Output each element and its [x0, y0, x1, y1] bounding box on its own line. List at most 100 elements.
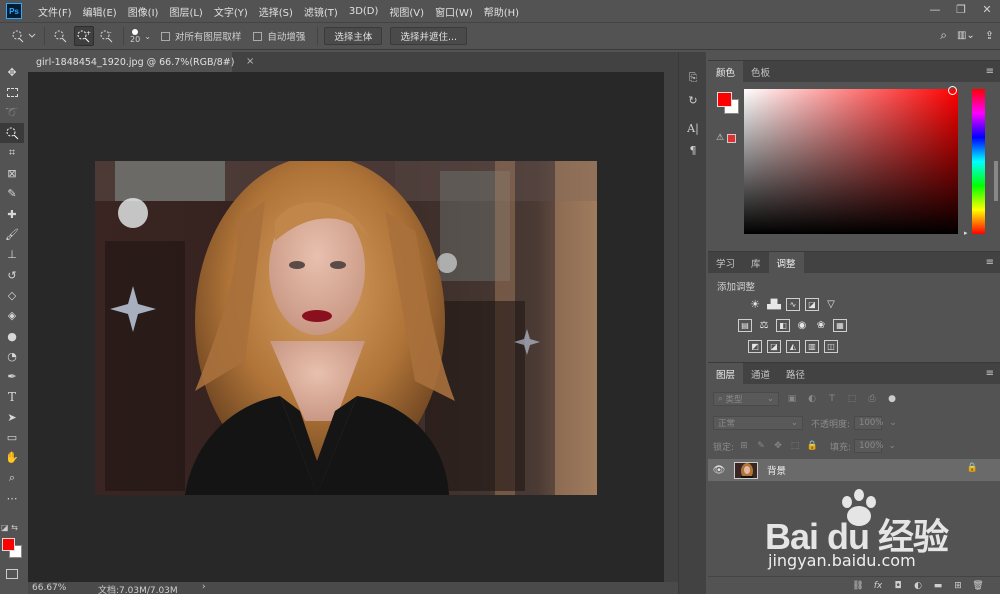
brightness-contrast-icon[interactable]: ☀	[748, 298, 762, 311]
gamut-warning[interactable]: ⚠	[716, 133, 737, 143]
menu-type[interactable]: 文字(Y)	[214, 4, 248, 19]
crop-icon[interactable]: ⌗	[0, 143, 24, 163]
zoom-icon[interactable]: ⌕	[0, 468, 24, 488]
quick-select-icon[interactable]	[0, 122, 24, 144]
tab-color[interactable]: 颜色	[708, 61, 744, 82]
menu-edit[interactable]: 编辑(E)	[83, 4, 117, 19]
fill-dropdown-icon[interactable]: ⌄	[885, 441, 899, 451]
filter-toggle-icon[interactable]: ●	[885, 394, 899, 404]
healing-icon[interactable]: ✚	[0, 204, 24, 224]
menu-help[interactable]: 帮助(H)	[484, 4, 519, 19]
history-panel-icon[interactable]: ⎘	[681, 68, 705, 88]
vibrance-icon[interactable]: ▽	[824, 298, 838, 311]
tab-learn[interactable]: 学习	[708, 252, 743, 273]
menu-window[interactable]: 窗口(W)	[435, 4, 473, 19]
default-colors-icon[interactable]: ◪ ⇆	[1, 523, 18, 532]
filter-adjustment-icon[interactable]: ◐	[805, 394, 819, 404]
path-select-icon[interactable]: ➤	[0, 407, 24, 427]
quick-mask-icon[interactable]	[6, 569, 18, 579]
frame-icon[interactable]: ⊠	[0, 163, 24, 183]
search-icon[interactable]: ⌕	[940, 28, 947, 43]
workspace-icon[interactable]: ▥⌄	[957, 30, 975, 41]
tool-preset-picker[interactable]	[8, 26, 38, 46]
filter-smart-object-icon[interactable]: ⎙	[865, 394, 879, 404]
gradient-map-icon[interactable]: ▥	[805, 340, 819, 353]
status-menu-arrow[interactable]: ›	[202, 582, 206, 592]
black-white-icon[interactable]: ◧	[776, 319, 790, 332]
vertical-scrollbar[interactable]	[664, 72, 678, 582]
new-selection-icon[interactable]	[51, 26, 71, 46]
color-balance-icon[interactable]: ⚖	[757, 319, 771, 332]
fill-input[interactable]: 100%	[854, 439, 883, 453]
subtract-from-selection-icon[interactable]: -	[97, 26, 117, 46]
blend-mode-select[interactable]: 正常 ⌄	[713, 416, 803, 430]
filter-shape-icon[interactable]: ⬚	[845, 394, 859, 404]
select-subject-button[interactable]: 选择主体	[324, 27, 383, 45]
posterize-icon[interactable]: ◪	[767, 340, 781, 353]
add-to-selection-icon[interactable]: +	[74, 26, 94, 46]
new-fill-adjustment-icon[interactable]: ◐	[912, 581, 924, 591]
hue-pointer-icon[interactable]: ▸	[964, 229, 968, 237]
share-icon[interactable]: ⇪	[985, 29, 994, 42]
tab-paths[interactable]: 路径	[778, 363, 813, 384]
hue-saturation-icon[interactable]: ▤	[738, 319, 752, 332]
selective-color-icon[interactable]: ◫	[824, 340, 838, 353]
document-tab[interactable]: girl-1848454_1920.jpg @ 66.7%(RGB/8#)	[28, 52, 234, 72]
zoom-level[interactable]: 66.67%	[32, 583, 66, 593]
menu-filter[interactable]: 滤镜(T)	[304, 4, 338, 19]
add-mask-icon[interactable]: ◘	[892, 581, 904, 591]
document-image[interactable]	[95, 161, 597, 495]
layer-row-background[interactable]: 👁 背景 🔒	[708, 459, 1000, 481]
new-layer-icon[interactable]: ⊞	[952, 581, 964, 591]
more-icon[interactable]: ⋯	[0, 488, 24, 508]
close-tab-icon[interactable]: ×	[246, 56, 254, 67]
gamut-color-swatch[interactable]	[727, 133, 737, 143]
blur-icon[interactable]: ●	[0, 326, 24, 346]
lock-pixels-icon[interactable]: ✎	[754, 441, 768, 451]
lock-all-icon[interactable]: 🔒	[805, 441, 819, 451]
auto-enhance-option[interactable]: 自动增强	[253, 29, 305, 43]
close-button[interactable]: ✕	[980, 2, 994, 18]
type-icon[interactable]: T	[0, 387, 24, 407]
delete-layer-icon[interactable]: 🗑	[972, 581, 984, 591]
hand-icon[interactable]: ✋	[0, 448, 24, 468]
select-and-mask-button[interactable]: 选择并遮住...	[390, 27, 467, 45]
foreground-color[interactable]	[2, 538, 15, 551]
sample-all-layers-checkbox[interactable]	[160, 31, 170, 41]
opacity-input[interactable]: 100%	[854, 416, 883, 430]
tab-libraries[interactable]: 库	[743, 252, 769, 273]
tab-swatches[interactable]: 色板	[743, 61, 778, 82]
layer-style-icon[interactable]: fx	[872, 581, 884, 591]
panel-menu-icon[interactable]: ≡	[986, 257, 994, 268]
layer-name[interactable]: 背景	[767, 463, 786, 477]
color-field[interactable]	[744, 89, 958, 234]
hue-slider[interactable]	[972, 89, 985, 234]
invert-icon[interactable]: ◩	[748, 340, 762, 353]
restore-button[interactable]: ❐	[954, 2, 968, 18]
paragraph-panel-icon[interactable]: ¶	[681, 140, 705, 160]
opacity-dropdown-icon[interactable]: ⌄	[886, 418, 900, 428]
curves-icon[interactable]: ∿	[786, 298, 800, 311]
menu-layer[interactable]: 图层(L)	[169, 4, 202, 19]
panel-scrollbar[interactable]	[994, 161, 998, 201]
lock-position-icon[interactable]: ✥	[771, 441, 785, 451]
threshold-icon[interactable]: ◭	[786, 340, 800, 353]
history-brush-icon[interactable]: ↺	[0, 265, 24, 285]
pen-icon[interactable]: ✒	[0, 366, 24, 386]
minimize-button[interactable]: —	[928, 2, 942, 18]
panel-menu-icon[interactable]: ≡	[986, 66, 994, 77]
brush-size-picker[interactable]: 20 ⌄	[130, 28, 151, 44]
eraser-icon[interactable]: ◇	[0, 285, 24, 305]
stamp-icon[interactable]: ⊥	[0, 245, 24, 265]
photo-filter-icon[interactable]: ◉	[795, 319, 809, 332]
sample-all-layers-option[interactable]: 对所有图层取样	[160, 29, 241, 43]
move-icon[interactable]: ✥	[0, 62, 24, 82]
eyedropper-icon[interactable]: ✎	[0, 184, 24, 204]
color-lookup-icon[interactable]: ▦	[833, 319, 847, 332]
panel-menu-icon[interactable]: ≡	[986, 368, 994, 379]
levels-icon[interactable]: ▟▙	[767, 298, 781, 311]
link-layers-icon[interactable]: ⛓	[852, 581, 864, 591]
dodge-icon[interactable]: ◔	[0, 346, 24, 366]
marquee-icon[interactable]	[0, 82, 24, 102]
lasso-icon[interactable]: ➰	[0, 103, 24, 123]
